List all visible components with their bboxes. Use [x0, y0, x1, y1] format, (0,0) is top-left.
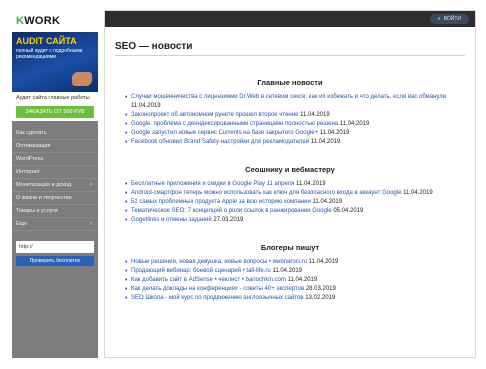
title-divider	[115, 55, 465, 56]
news-link[interactable]: Тематическое SEO: 7 концепций о роли ссы…	[125, 207, 465, 216]
banner-title: AUDIT САЙТА	[16, 36, 77, 46]
news-list-seo: Бесплатные приложения и скидки в Google …	[125, 180, 465, 225]
section-title-bloggers: Блогеры пишут	[260, 243, 320, 252]
check-site-button[interactable]: Проверить бесплатно	[16, 256, 94, 266]
sidebar-item-life[interactable]: О жизни и творчестве	[12, 192, 98, 205]
sidebar: KWORK AUDIT САЙТА полный аудит с подробн…	[12, 10, 98, 358]
news-link[interactable]: Google: проблема с деиндексированными ст…	[125, 120, 465, 129]
page-title: SEO — новости	[115, 41, 193, 52]
sidebar-item-monetization[interactable]: Монетизация и доход ›	[12, 179, 98, 192]
news-link[interactable]: Новые решения, новая девушка, новые вопр…	[125, 258, 465, 267]
news-link[interactable]: Законопроект об автономном рунете прошел…	[125, 111, 465, 120]
login-button[interactable]: ● ВОЙТИ	[429, 14, 469, 24]
news-link[interactable]: SEO Школа - мой курс по продвижению англ…	[125, 294, 465, 303]
banner-subtitle: полный аудит с подробными рекомендациями	[16, 48, 83, 60]
user-icon: ●	[437, 16, 441, 22]
top-bar: ● ВОЙТИ	[105, 11, 475, 27]
news-link[interactable]: Бесплатные приложения и скидки в Google …	[125, 180, 465, 189]
chevron-right-icon: ›	[90, 182, 92, 188]
news-list-bloggers: Новые решения, новая девушка, новые вопр…	[125, 258, 465, 303]
news-link[interactable]: Gogetlinks и отмены заданий 27.03.2019	[125, 216, 465, 225]
logo-area[interactable]: KWORK	[12, 10, 98, 32]
promo-text: Аудит сайта главные работы	[16, 95, 90, 101]
news-link[interactable]: 52 самых проблемных продукта Apple за вс…	[125, 198, 465, 207]
section-title-seo-webmaster: Сеошнику и вебмастеру	[245, 165, 335, 174]
kwork-logo[interactable]: KWORK	[16, 15, 60, 27]
sidebar-item-wordpress[interactable]: WordPress	[12, 153, 98, 166]
section-title-main-news: Главные новости	[257, 78, 323, 87]
sidebar-item-internet[interactable]: Интернет	[12, 166, 98, 179]
audit-banner[interactable]: AUDIT САЙТА полный аудит с подробными ре…	[12, 32, 98, 92]
news-link[interactable]: Google запустил новые сервис Currents на…	[125, 129, 465, 138]
order-button[interactable]: ЗАКАЗАТЬ ОТ 500 РУБ	[16, 106, 94, 118]
news-link[interactable]: Facebook обновил Brand Safety-настройки …	[125, 138, 465, 147]
news-link[interactable]: Android-смартфон теперь можно использова…	[125, 189, 465, 198]
chevron-right-icon: ›	[90, 221, 92, 227]
news-link[interactable]: Как делать доклады на конференциях - сов…	[125, 285, 465, 294]
sidebar-item-how-to[interactable]: Как сделать	[12, 127, 98, 140]
sidebar-item-products[interactable]: Товары и услуги	[12, 205, 98, 218]
promo-block: Аудит сайта главные работы ЗАКАЗАТЬ ОТ 5…	[12, 92, 98, 121]
main-content: ●ВОЙТИ SEO — новости Главные новости Слу…	[104, 10, 476, 358]
news-link[interactable]: Продающий вебинар: боевой сценарий • tal…	[125, 267, 465, 276]
news-link[interactable]: Случаи мошенничества с лицензиями Dr.Web…	[125, 93, 465, 111]
site-url-input[interactable]: http://	[16, 241, 94, 253]
news-link[interactable]: Как добавить сайт в AdSense • чеклист • …	[125, 276, 465, 285]
sidebar-item-optimization[interactable]: Оптимизация	[12, 140, 98, 153]
sidebar-nav: Как сделать Оптимизация WordPress Интерн…	[12, 121, 98, 231]
news-list-main: Случаи мошенничества с лицензиями Dr.Web…	[125, 93, 465, 147]
sidebar-item-more[interactable]: Еще ›	[12, 218, 98, 231]
banner-hand-image	[72, 72, 92, 86]
